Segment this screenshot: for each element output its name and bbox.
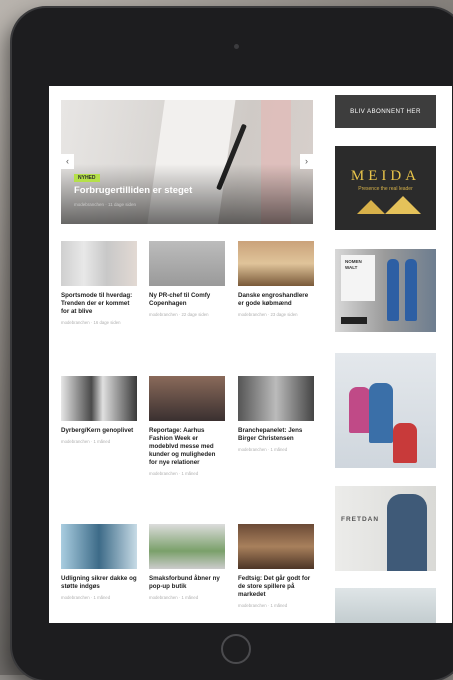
article-meta: modebranchen · 16 dage siden bbox=[61, 320, 121, 325]
article-thumbnail[interactable] bbox=[149, 376, 225, 421]
partial-ad-banner[interactable] bbox=[335, 588, 436, 623]
article-title[interactable]: Danske engroshandlere er gode købmænd bbox=[238, 292, 314, 308]
hero-slider[interactable]: ‹ › NYHED Forbrugertilliden er steget mo… bbox=[61, 100, 313, 224]
article-meta: modebranchen · 1 måned bbox=[149, 595, 199, 600]
subscribe-button[interactable]: BLIV ABONNENT HER bbox=[335, 95, 436, 128]
ad-text-box: NOMEN WALT bbox=[341, 255, 375, 301]
article-thumbnail[interactable] bbox=[238, 241, 314, 286]
article-meta: modebranchen · 1 måned bbox=[238, 603, 288, 608]
hero-title[interactable]: Forbrugertilliden er steget bbox=[74, 185, 192, 196]
article-card[interactable]: Branchepanelet: Jens Birger Christensen … bbox=[238, 376, 314, 453]
next-arrow-icon[interactable]: › bbox=[300, 154, 313, 169]
home-button[interactable] bbox=[221, 634, 251, 664]
article-title[interactable]: Fedtsig: Det går godt for de store spill… bbox=[238, 575, 314, 599]
article-meta: modebranchen · 1 måned bbox=[61, 439, 111, 444]
article-title[interactable]: Udligning sikrer dakke og støtte indgøs bbox=[61, 575, 137, 591]
model-figure bbox=[387, 494, 427, 571]
article-title[interactable]: Dyrberg/Kern genoplivet bbox=[61, 427, 137, 435]
article-thumbnail[interactable] bbox=[238, 376, 314, 421]
article-title[interactable]: Branchepanelet: Jens Birger Christensen bbox=[238, 427, 314, 443]
mountain-icon bbox=[385, 196, 421, 214]
meida-logo: MEIDA bbox=[350, 168, 421, 184]
meida-ad-banner[interactable]: MEIDA Presence the real leader bbox=[335, 146, 436, 230]
article-card[interactable]: Ny PR-chef til Comfy Copenhagen modebran… bbox=[149, 241, 225, 318]
article-card[interactable]: Fedtsig: Det går godt for de store spill… bbox=[238, 524, 314, 609]
camera-icon bbox=[234, 44, 239, 49]
article-meta: modebranchen · 1 måned bbox=[149, 471, 199, 476]
article-meta: modebranchen · 22 dage siden bbox=[149, 312, 209, 317]
ad-cta-button[interactable] bbox=[341, 317, 367, 324]
hero-meta: modebranchen · 11 dage siden bbox=[74, 202, 136, 207]
model-figure bbox=[387, 259, 399, 321]
model-figure bbox=[369, 383, 393, 443]
ad-text: NOMEN WALT bbox=[345, 259, 362, 270]
hero-tag: NYHED bbox=[74, 174, 100, 182]
model-figure bbox=[393, 423, 417, 463]
model-figure bbox=[349, 387, 371, 433]
kids-fashion-ad-banner[interactable] bbox=[335, 353, 436, 468]
article-thumbnail[interactable] bbox=[149, 241, 225, 286]
article-meta: modebranchen · 1 måned bbox=[61, 595, 111, 600]
menswear-ad-banner[interactable]: FRETDAN bbox=[335, 486, 436, 571]
article-meta: modebranchen · 23 dage siden bbox=[238, 312, 298, 317]
model-figure bbox=[405, 259, 417, 321]
article-title[interactable]: Reportage: Aarhus Fashion Week er modebl… bbox=[149, 427, 225, 467]
article-title[interactable]: Ny PR-chef til Comfy Copenhagen bbox=[149, 292, 225, 308]
article-thumbnail[interactable] bbox=[61, 524, 137, 569]
ad-brand-name: FRETDAN bbox=[341, 516, 380, 523]
article-card[interactable]: Dyrberg/Kern genoplivet modebranchen · 1… bbox=[61, 376, 137, 445]
article-title[interactable]: Smaksforbund åbner ny pop-up butik bbox=[149, 575, 225, 591]
meida-tagline: Presence the real leader bbox=[358, 186, 413, 192]
tablet-device: ‹ › NYHED Forbrugertilliden er steget mo… bbox=[12, 8, 453, 680]
article-card[interactable]: Smaksforbund åbner ny pop-up butik modeb… bbox=[149, 524, 225, 601]
article-thumbnail[interactable] bbox=[61, 241, 137, 286]
mountain-icon bbox=[357, 200, 385, 214]
article-card[interactable]: Reportage: Aarhus Fashion Week er modebl… bbox=[149, 376, 225, 477]
article-card[interactable]: Sportsmode til hverdag: Trenden der er k… bbox=[61, 241, 137, 326]
article-card[interactable]: Udligning sikrer dakke og støtte indgøs … bbox=[61, 524, 137, 601]
screen: ‹ › NYHED Forbrugertilliden er steget mo… bbox=[49, 86, 452, 623]
article-title[interactable]: Sportsmode til hverdag: Trenden der er k… bbox=[61, 292, 137, 316]
article-meta: modebranchen · 1 måned bbox=[238, 447, 288, 452]
article-thumbnail[interactable] bbox=[61, 376, 137, 421]
article-card[interactable]: Danske engroshandlere er gode købmænd mo… bbox=[238, 241, 314, 318]
prev-arrow-icon[interactable]: ‹ bbox=[61, 154, 74, 169]
article-thumbnail[interactable] bbox=[149, 524, 225, 569]
article-thumbnail[interactable] bbox=[238, 524, 314, 569]
outdoor-ad-banner[interactable]: NOMEN WALT bbox=[335, 249, 436, 332]
